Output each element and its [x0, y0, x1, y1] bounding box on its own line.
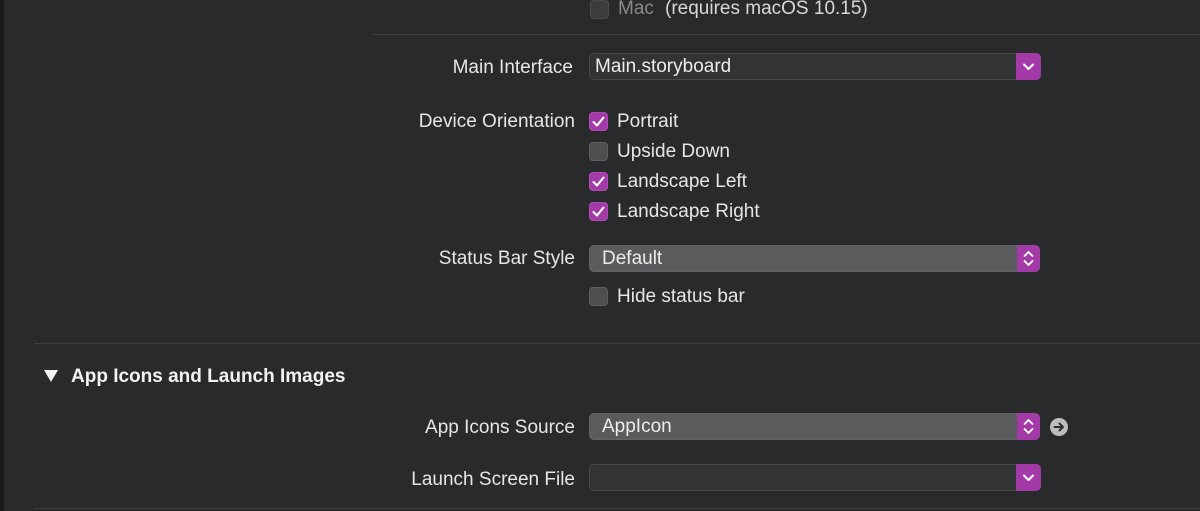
status-bar-style-popup[interactable]: Default — [589, 245, 1040, 272]
checkmark-icon — [592, 206, 605, 217]
mac-label: Mac — [618, 0, 654, 19]
divider-bottom — [34, 508, 1200, 509]
app-icons-source-value: AppIcon — [602, 416, 672, 437]
main-interface-value: Main.storyboard — [595, 56, 732, 77]
portrait-label: Portrait — [617, 111, 679, 132]
main-interface-combobox[interactable]: Main.storyboard — [589, 53, 1041, 80]
status-bar-style-stepper — [1017, 245, 1040, 272]
landscape-right-checkbox[interactable] — [589, 202, 608, 221]
main-interface-dropdown-button[interactable] — [1016, 53, 1041, 80]
device-orientation-label: Device Orientation — [418, 111, 575, 132]
app-icons-source-label: App Icons Source — [425, 417, 575, 438]
upside-down-checkbox[interactable] — [589, 142, 608, 161]
divider-top — [373, 34, 1200, 35]
app-icons-source-stepper — [1017, 413, 1040, 440]
checkmark-icon — [592, 176, 605, 187]
launch-screen-file-combobox[interactable] — [589, 464, 1041, 491]
hide-status-bar-label: Hide status bar — [617, 286, 745, 307]
hide-status-bar-checkbox[interactable] — [589, 287, 608, 306]
status-bar-style-label: Status Bar Style — [438, 248, 575, 269]
app-icons-source-popup[interactable]: AppIcon — [589, 413, 1040, 440]
landscape-left-label: Landscape Left — [617, 171, 747, 192]
landscape-left-checkbox[interactable] — [589, 172, 608, 191]
checkmark-icon — [592, 116, 605, 127]
launch-screen-file-label: Launch Screen File — [411, 469, 575, 490]
landscape-right-label: Landscape Right — [617, 201, 760, 222]
launch-screen-file-dropdown-button[interactable] — [1016, 464, 1041, 491]
upside-down-label: Upside Down — [617, 141, 730, 162]
section-title: App Icons and Launch Images — [71, 366, 346, 387]
chevron-down-icon — [1023, 63, 1034, 70]
divider-section — [34, 343, 1200, 344]
main-interface-label: Main Interface — [452, 57, 573, 78]
disclosure-triangle-icon[interactable] — [42, 368, 60, 384]
mac-requirement-note: (requires macOS 10.15) — [665, 0, 868, 19]
portrait-checkbox[interactable] — [589, 112, 608, 131]
chevron-up-down-icon — [1023, 251, 1034, 266]
go-to-arrow-icon[interactable] — [1050, 418, 1068, 436]
left-edge — [0, 0, 4, 511]
status-bar-style-value: Default — [602, 248, 663, 269]
chevron-down-icon — [1023, 474, 1034, 481]
chevron-up-down-icon — [1023, 419, 1034, 434]
mac-checkbox[interactable] — [590, 0, 609, 19]
